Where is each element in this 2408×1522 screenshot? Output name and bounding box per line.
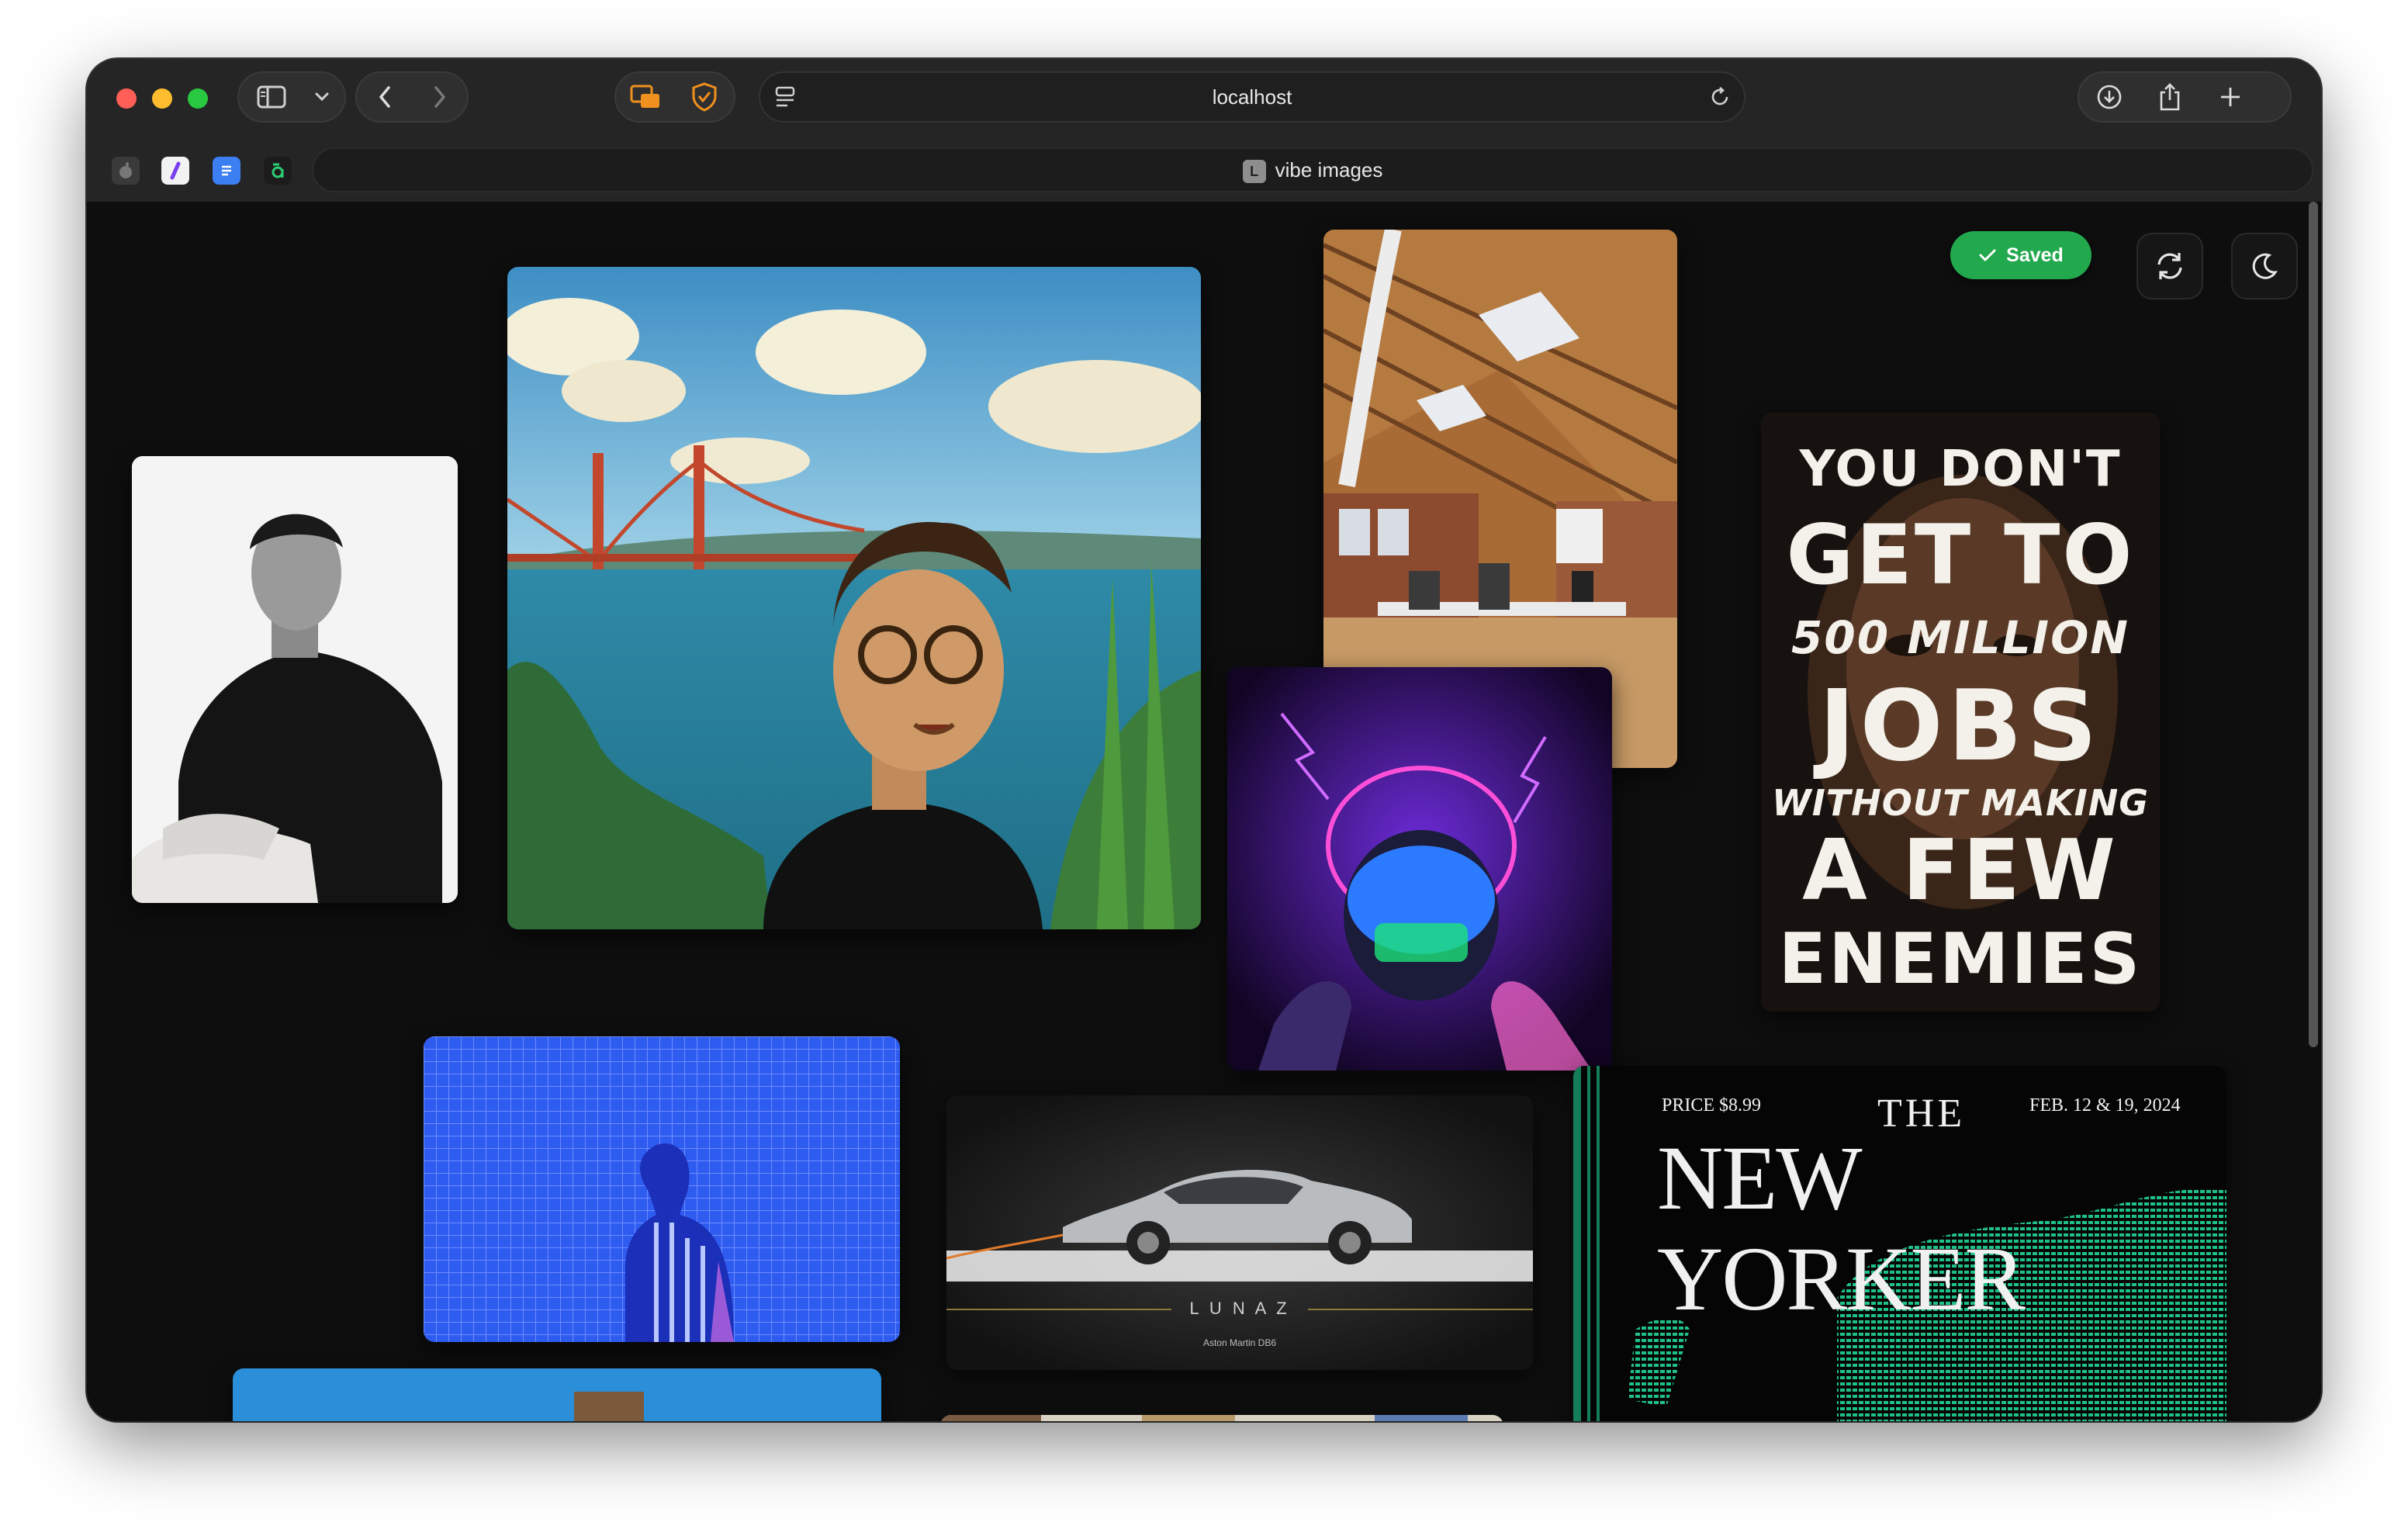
jobs-line-3: 500 MILLION <box>1791 611 2129 664</box>
building-sky-image <box>233 1368 881 1421</box>
tab-bar: Lvibe images <box>87 140 2321 203</box>
theme-toggle-button[interactable] <box>2231 233 2298 299</box>
browser-window: localhost L vibe images YOU DON'T GET TO… <box>87 59 2321 1421</box>
tab-title-row: Lvibe images <box>313 149 2312 191</box>
portrait-photo-card[interactable] <box>132 456 458 903</box>
saved-label: Saved <box>2006 244 2064 266</box>
jobs-line-6: A FEW <box>1802 822 2119 919</box>
neon-astronaut-card[interactable] <box>1227 667 1612 1071</box>
blue-grid-figure-card[interactable] <box>424 1036 900 1342</box>
sidebar-icon[interactable] <box>239 73 304 121</box>
favorite-docs-icon[interactable] <box>213 157 240 185</box>
tab-title: vibe images <box>1275 158 1383 182</box>
lunaz-car-card[interactable]: L U N A Z Aston Martin DB6 <box>946 1095 1533 1370</box>
close-window-button[interactable] <box>116 88 137 109</box>
jobs-line-4: JOBS <box>1818 669 2102 783</box>
minimize-window-button[interactable] <box>152 88 172 109</box>
lunaz-car-image <box>946 1095 1533 1370</box>
jobs-line-7: ENEMIES <box>1778 918 2143 1000</box>
extensions-group <box>614 71 735 123</box>
page-scrollbar[interactable] <box>2309 202 2318 1047</box>
image-canvas: YOU DON'T GET TO 500 MILLION JOBS WITHOU… <box>87 202 2321 1421</box>
new-tab-plus-icon[interactable] <box>2200 73 2261 121</box>
car-model: Aston Martin DB6 <box>1202 1337 1277 1348</box>
reload-icon[interactable] <box>1708 85 1732 112</box>
moon-icon <box>2252 253 2278 279</box>
favorite-green-app-icon[interactable] <box>264 157 292 185</box>
lunaz-brand: L U N A Z <box>1189 1299 1290 1318</box>
bookshelf-room-image <box>940 1415 1503 1421</box>
ny-masthead: NEW YORKER <box>1657 1127 2026 1330</box>
right-toolbar-group <box>2078 71 2292 123</box>
forward-arrow-icon[interactable] <box>412 73 467 121</box>
chevron-down-icon[interactable] <box>304 73 340 121</box>
screen-share-extension-icon[interactable] <box>616 73 675 121</box>
browser-toolbar: localhost <box>87 59 2321 140</box>
jobs-line-2: GET TO <box>1786 507 2135 603</box>
saved-status-button[interactable]: Saved <box>1950 231 2091 279</box>
share-icon[interactable] <box>2140 73 2200 121</box>
check-icon <box>1979 249 1996 261</box>
jobs-line-5: WITHOUT MAKING <box>1772 782 2149 824</box>
blue-grid-figure-image <box>424 1036 900 1342</box>
favorite-linear-icon[interactable] <box>161 157 189 185</box>
jobs-poster-card[interactable]: YOU DON'T GET TO 500 MILLION JOBS WITHOU… <box>1761 413 2160 1012</box>
sidebar-toggle-group <box>237 71 346 123</box>
favorite-apple-icon[interactable] <box>112 157 140 185</box>
neon-astronaut-image <box>1227 667 1612 1071</box>
refresh-icon <box>2157 253 2182 279</box>
active-tab[interactable]: Lvibe images <box>312 147 2313 192</box>
portrait-photo-image <box>132 456 458 903</box>
building-sky-card[interactable] <box>233 1368 881 1421</box>
maximize-window-button[interactable] <box>188 88 208 109</box>
ny-price: PRICE $8.99 <box>1662 1095 1762 1116</box>
new-yorker-cover-card[interactable]: PRICE $8.99 THE FEB. 12 & 19, 2024 NEW Y… <box>1573 1066 2226 1421</box>
navigation-group <box>355 71 469 123</box>
anime-golden-gate-card[interactable] <box>507 267 1201 929</box>
url-text: localhost <box>1212 85 1292 109</box>
tab-favicon: L <box>1242 160 1266 184</box>
anime-golden-gate-image <box>507 267 1201 929</box>
bookshelf-room-card[interactable] <box>940 1415 1503 1421</box>
jobs-line-1: YOU DON'T <box>1799 441 2122 498</box>
downloads-icon[interactable] <box>2079 73 2140 121</box>
refresh-button[interactable] <box>2136 233 2203 299</box>
ny-date: FEB. 12 & 19, 2024 <box>2029 1095 2181 1116</box>
back-arrow-icon[interactable] <box>357 73 412 121</box>
address-bar[interactable]: localhost <box>759 71 1745 123</box>
shield-extension-icon[interactable] <box>675 73 734 121</box>
